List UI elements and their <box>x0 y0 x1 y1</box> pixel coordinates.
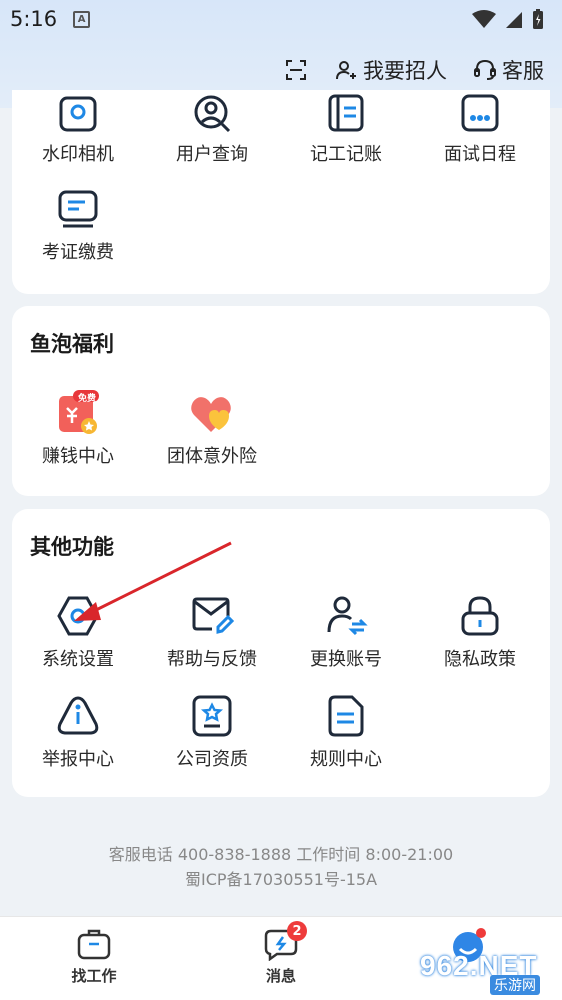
tab-find-job[interactable]: 找工作 <box>34 927 154 986</box>
func-label: 举报中心 <box>42 749 114 770</box>
func-system-settings[interactable]: 系统设置 <box>12 593 144 671</box>
tool-label: 用户查询 <box>176 144 248 165</box>
status-bar: 5:16 A <box>0 0 562 38</box>
ledger-icon <box>328 94 364 132</box>
certificate-icon <box>58 190 98 228</box>
other-functions-card: 其他功能 系统设置 帮助与反馈 更换账号 隐私政策 举报中心 公司资质 规则中心 <box>12 509 550 797</box>
func-label: 帮助与反馈 <box>167 649 257 670</box>
qualification-icon <box>192 695 232 737</box>
recruit-button[interactable]: 我要招人 <box>334 55 447 85</box>
contact-info: 客服电话 400-838-1888 工作时间 8:00-21:00 <box>108 845 454 864</box>
app-notification-icon: A <box>73 10 91 28</box>
person-add-icon <box>336 61 356 80</box>
func-label: 公司资质 <box>176 749 248 770</box>
func-help-feedback[interactable]: 帮助与反馈 <box>146 593 278 671</box>
status-time: 5:16 <box>10 7 58 31</box>
rules-icon <box>328 695 364 737</box>
message-count-badge: 2 <box>287 921 307 941</box>
benefits-title: 鱼泡福利 <box>30 332 114 356</box>
tab-messages[interactable]: 2 消息 <box>221 921 341 986</box>
wifi-icon <box>472 10 496 28</box>
tool-certificate-fee[interactable]: 考证缴费 <box>12 186 144 264</box>
benefit-group-insurance[interactable]: 团体意外险 <box>146 390 278 468</box>
signal-icon <box>506 12 522 28</box>
func-rules-center[interactable]: 规则中心 <box>280 693 412 771</box>
tools-card: 水印相机 用户查询 记工记账 面试日程 考证缴费 <box>12 90 550 294</box>
switch-account-icon <box>327 596 368 636</box>
camera-icon <box>59 96 97 132</box>
lock-icon <box>461 596 499 636</box>
watermark-sub: 乐游网 <box>490 975 540 995</box>
func-label: 系统设置 <box>42 649 114 670</box>
mail-feedback-icon <box>192 597 234 634</box>
report-icon <box>57 696 99 735</box>
scan-icon <box>286 60 306 80</box>
recruit-label: 我要招人 <box>363 59 447 83</box>
insurance-heart-icon <box>191 397 231 432</box>
tool-work-ledger[interactable]: 记工记账 <box>280 94 412 166</box>
tool-label: 面试日程 <box>444 144 516 165</box>
top-header: 我要招人 客服 <box>0 50 562 90</box>
tab-label: 找工作 <box>71 967 117 985</box>
settings-icon <box>57 596 99 636</box>
status-icons <box>472 8 544 30</box>
tool-interview-schedule[interactable]: 面试日程 <box>414 94 546 166</box>
benefit-money-center[interactable]: 免费 赚钱中心 <box>12 390 144 468</box>
tool-label: 记工记账 <box>310 144 382 165</box>
free-tag: 免费 <box>78 394 97 404</box>
battery-icon <box>533 9 543 29</box>
user-search-icon <box>194 95 231 133</box>
func-label: 更换账号 <box>310 649 382 670</box>
func-switch-account[interactable]: 更换账号 <box>280 593 412 671</box>
tool-label: 考证缴费 <box>42 242 114 263</box>
calendar-icon <box>461 94 499 132</box>
tool-label: 水印相机 <box>42 144 114 165</box>
func-privacy-policy[interactable]: 隐私政策 <box>414 593 546 671</box>
service-label: 客服 <box>502 59 544 83</box>
benefits-card: 鱼泡福利 免费 赚钱中心 团体意外险 <box>12 306 550 496</box>
benefit-label: 赚钱中心 <box>42 446 114 467</box>
customer-service-button[interactable]: 客服 <box>473 55 544 85</box>
benefit-label: 团体意外险 <box>167 446 257 467</box>
func-company-qualification[interactable]: 公司资质 <box>146 693 278 771</box>
briefcase-icon <box>77 929 111 960</box>
func-report-center[interactable]: 举报中心 <box>12 693 144 771</box>
tool-watermark-camera[interactable]: 水印相机 <box>12 94 144 166</box>
icp-record: 蜀ICP备17030551号-15A <box>184 870 378 889</box>
scan-button[interactable] <box>284 58 308 82</box>
func-label: 隐私政策 <box>444 649 516 670</box>
tab-label: 消息 <box>265 967 296 985</box>
func-label: 规则中心 <box>310 749 382 770</box>
headset-icon <box>474 59 496 80</box>
tool-user-query[interactable]: 用户查询 <box>146 94 278 166</box>
other-functions-title: 其他功能 <box>30 535 114 559</box>
